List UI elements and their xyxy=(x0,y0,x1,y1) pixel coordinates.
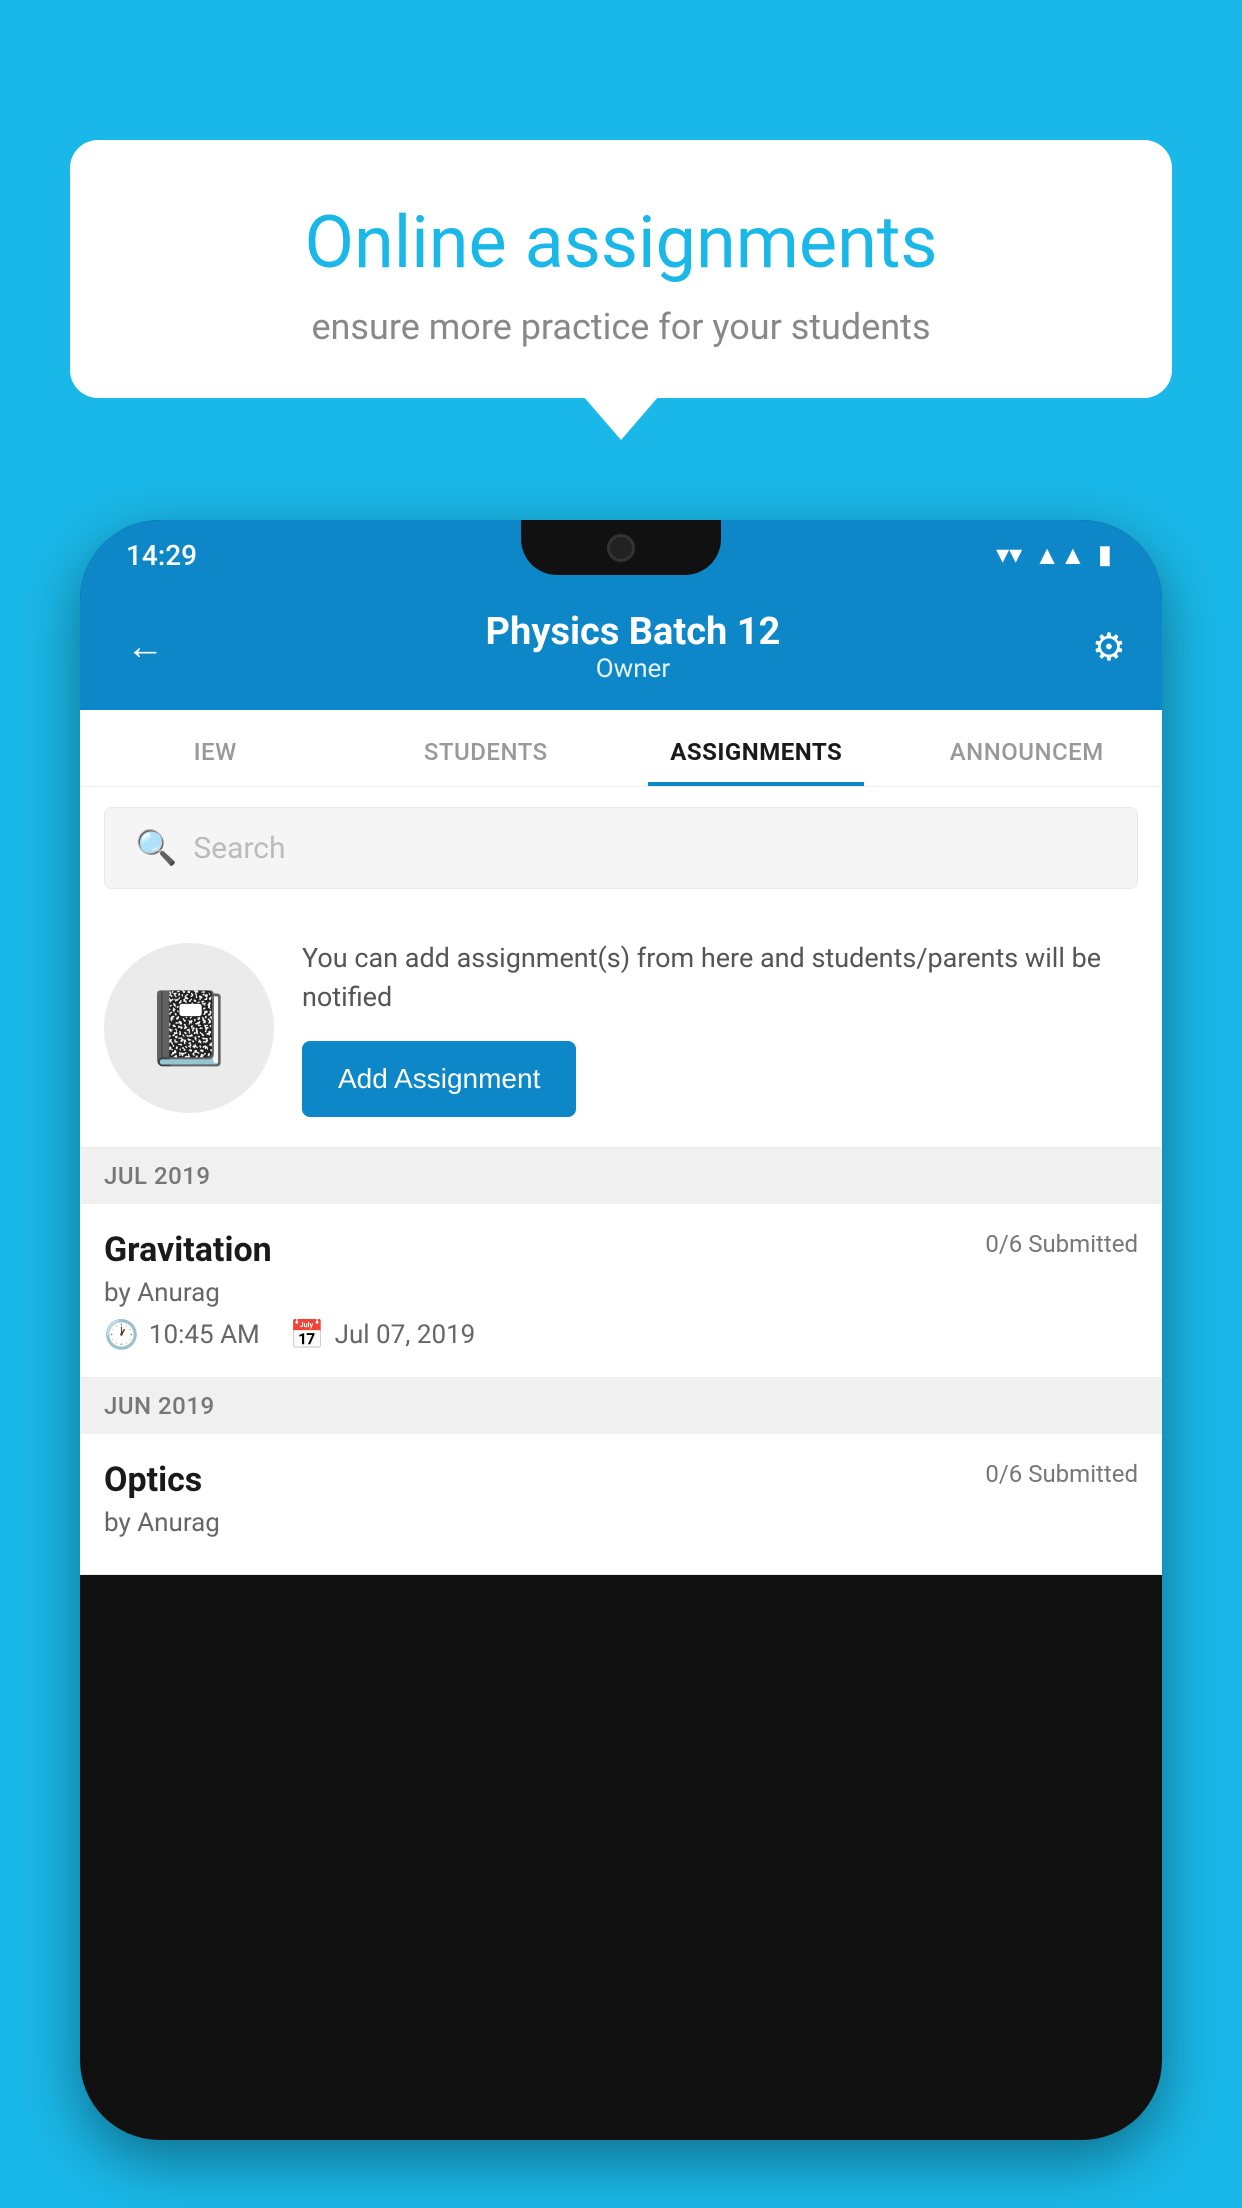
meta-time: 🕐 10:45 AM xyxy=(104,1318,260,1351)
assignment-row-top: Gravitation 0/6 Submitted xyxy=(104,1230,1138,1270)
section-header-jul2019: JUL 2019 xyxy=(80,1148,1162,1204)
section-header-jun2019: JUN 2019 xyxy=(80,1378,1162,1434)
tab-students[interactable]: STUDENTS xyxy=(351,710,622,786)
settings-button[interactable]: ⚙ xyxy=(1092,625,1126,670)
promo-container: Online assignments ensure more practice … xyxy=(70,140,1172,398)
front-camera xyxy=(607,534,635,562)
notebook-icon: 📓 xyxy=(144,986,234,1071)
phone-frame: 14:29 ▾▾ ▲▲ ▮ ← Physics Batch 12 Owner ⚙… xyxy=(80,520,1162,2140)
phone-notch xyxy=(521,520,721,575)
optics-name: Optics xyxy=(104,1460,202,1500)
assignment-item-gravitation[interactable]: Gravitation 0/6 Submitted by Anurag 🕐 10… xyxy=(80,1204,1162,1378)
back-button[interactable]: ← xyxy=(116,615,174,679)
speech-bubble: Online assignments ensure more practice … xyxy=(70,140,1172,398)
assignment-item-optics[interactable]: Optics 0/6 Submitted by Anurag xyxy=(80,1434,1162,1575)
signal-icon: ▲▲ xyxy=(1034,540,1085,571)
assignment-time: 10:45 AM xyxy=(149,1320,260,1350)
assignment-icon-circle: 📓 xyxy=(104,943,274,1113)
assignment-name: Gravitation xyxy=(104,1230,272,1270)
assignment-by: by Anurag xyxy=(104,1278,1138,1308)
header-title: Physics Batch 12 xyxy=(486,610,781,654)
submitted-badge: 0/6 Submitted xyxy=(985,1230,1138,1258)
header-subtitle: Owner xyxy=(486,654,781,684)
tab-iew[interactable]: IEW xyxy=(80,710,351,786)
add-assignment-button[interactable]: Add Assignment xyxy=(302,1041,576,1117)
assignment-meta: 🕐 10:45 AM 📅 Jul 07, 2019 xyxy=(104,1318,1138,1351)
tab-announcements[interactable]: ANNOUNCEM xyxy=(892,710,1163,786)
header-center: Physics Batch 12 Owner xyxy=(486,610,781,684)
assignment-promo: 📓 You can add assignment(s) from here an… xyxy=(80,909,1162,1148)
search-bar-container: 🔍 Search xyxy=(80,787,1162,909)
search-icon: 🔍 xyxy=(135,828,177,868)
promo-subtitle: ensure more practice for your students xyxy=(140,306,1102,348)
optics-submitted: 0/6 Submitted xyxy=(985,1460,1138,1488)
optics-by: by Anurag xyxy=(104,1508,1138,1538)
promo-description: You can add assignment(s) from here and … xyxy=(302,939,1138,1017)
promo-title: Online assignments xyxy=(140,200,1102,286)
promo-right: You can add assignment(s) from here and … xyxy=(302,939,1138,1117)
meta-date: 📅 Jul 07, 2019 xyxy=(290,1318,476,1351)
phone-content: 🔍 Search 📓 You can add assignment(s) fro… xyxy=(80,787,1162,1575)
app-header: ← Physics Batch 12 Owner ⚙ xyxy=(80,590,1162,710)
clock-icon: 🕐 xyxy=(104,1318,139,1351)
tab-assignments[interactable]: ASSIGNMENTS xyxy=(621,710,892,786)
phone-container: 14:29 ▾▾ ▲▲ ▮ ← Physics Batch 12 Owner ⚙… xyxy=(80,520,1162,2208)
assignment-row-top-optics: Optics 0/6 Submitted xyxy=(104,1460,1138,1500)
calendar-icon: 📅 xyxy=(290,1318,325,1351)
tabs-bar: IEW STUDENTS ASSIGNMENTS ANNOUNCEM xyxy=(80,710,1162,787)
status-time: 14:29 xyxy=(116,539,197,572)
wifi-icon: ▾▾ xyxy=(996,540,1022,570)
search-placeholder: Search xyxy=(193,831,285,866)
battery-icon: ▮ xyxy=(1098,540,1112,570)
assignment-date: Jul 07, 2019 xyxy=(335,1320,476,1350)
search-bar[interactable]: 🔍 Search xyxy=(104,807,1138,889)
status-icons: ▾▾ ▲▲ ▮ xyxy=(996,540,1112,571)
